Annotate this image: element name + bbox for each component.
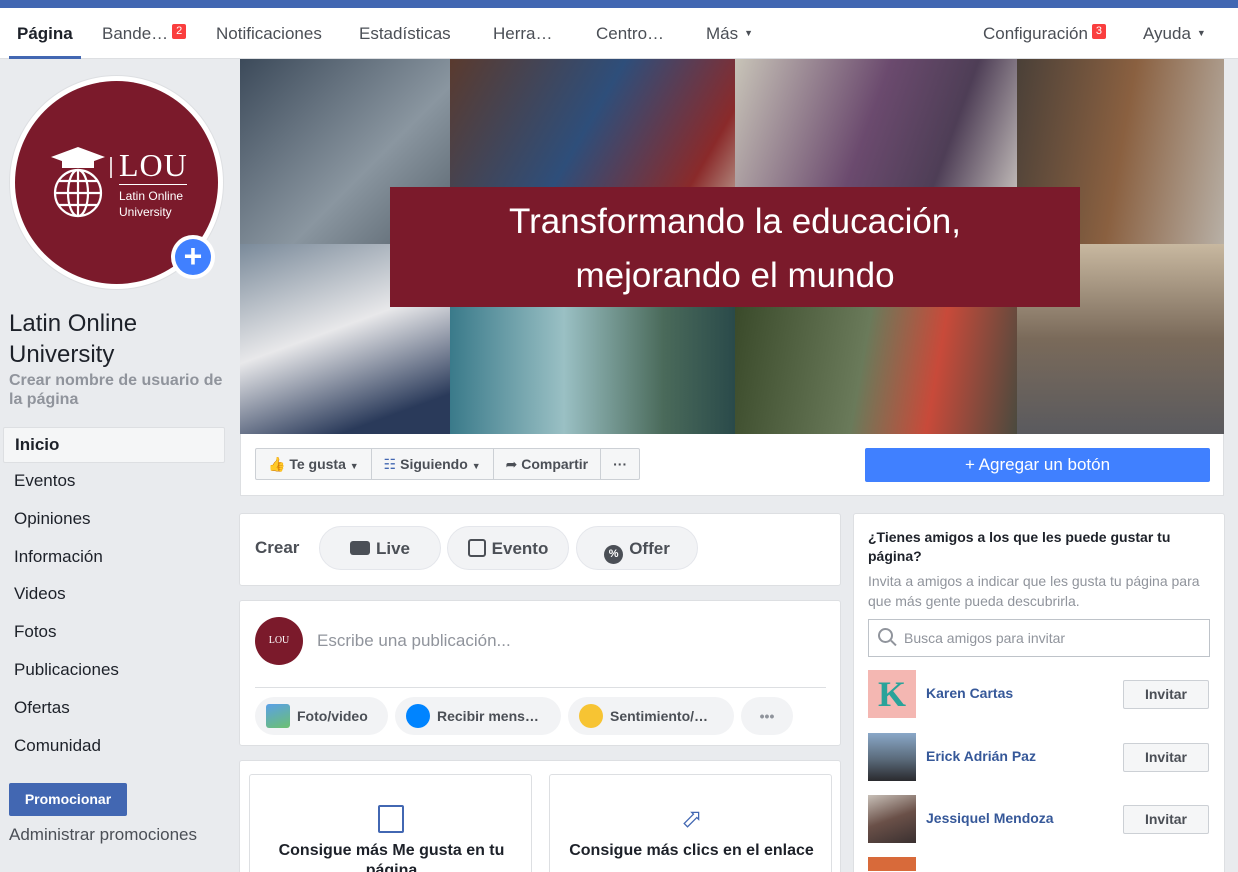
cover-photo-tile	[450, 307, 735, 434]
thumbs-up-icon: 👍	[268, 456, 286, 472]
promo-likes-label: Consigue más Me gusta en tu página	[278, 842, 505, 872]
sidebar-item-posts[interactable]: Publicaciones	[3, 652, 225, 690]
page-nav-bar: Página Bande… 2 Notificaciones Estadístic…	[0, 8, 1238, 59]
composer-card: LOU Escribe una publicación... Foto/vide…	[239, 600, 841, 746]
top-strip	[0, 0, 1238, 8]
caret-down-icon: ▼	[744, 28, 754, 38]
sidebar-item-reviews[interactable]: Opiniones	[3, 501, 225, 539]
cover-headline-line1: Transformando la educación,	[508, 202, 961, 241]
friend-row: Erick Adrián Paz Invitar	[868, 733, 1209, 781]
avatar	[868, 857, 916, 871]
sidebar-item-about[interactable]: Información	[3, 539, 225, 577]
search-handle	[890, 639, 897, 647]
photo-icon	[266, 704, 290, 728]
update-photo-button[interactable]: +	[171, 235, 215, 279]
live-button[interactable]: Live	[319, 526, 441, 570]
cover-headline-line2: mejorando el mundo	[575, 256, 895, 295]
smiley-icon	[579, 704, 603, 728]
invite-description: Invita a amigos a indicar que les gusta …	[868, 573, 1200, 609]
video-camera-icon	[349, 541, 370, 555]
promo-card: Consigue más Me gusta en tu página ⬀ Con…	[239, 760, 841, 872]
avatar	[868, 733, 916, 781]
avatar	[868, 795, 916, 843]
avatar: K	[868, 670, 916, 718]
promote-button[interactable]: Promocionar	[9, 783, 127, 816]
tab-center[interactable]: Centro…	[596, 8, 664, 59]
logo-subtitle-1: Latin Online	[119, 189, 184, 203]
create-username-link[interactable]: Crear nombre de usuario de la página	[9, 371, 224, 409]
sidebar-item-home[interactable]: Inicio	[3, 427, 225, 463]
page-name: Latin Online University	[9, 310, 138, 368]
tab-settings[interactable]: Configuración 3	[983, 8, 1107, 59]
offer-button[interactable]: % Offer	[576, 526, 698, 570]
event-button[interactable]: Evento	[447, 526, 569, 570]
share-arrow-icon: ➦	[505, 456, 518, 472]
logo-divider	[119, 184, 187, 185]
rss-icon: ☷	[383, 456, 397, 472]
divider	[255, 687, 826, 688]
sidebar-item-photos[interactable]: Fotos	[3, 614, 225, 652]
sidebar-item-events[interactable]: Eventos	[3, 463, 225, 501]
page-avatar: LOU	[255, 617, 303, 665]
caret-down-icon: ▼	[1196, 28, 1206, 38]
sidebar-item-community[interactable]: Comunidad	[3, 728, 225, 766]
tab-tools[interactable]: Herra…	[493, 8, 553, 59]
tab-help[interactable]: Ayuda ▼	[1143, 8, 1206, 59]
add-button[interactable]: + Agregar un botón	[865, 448, 1210, 482]
friend-name[interactable]: Erick Adrián Paz	[926, 748, 1036, 764]
logo-subtitle-2: University	[119, 205, 172, 219]
promo-clicks-tile[interactable]: ⬀ Consigue más clics en el enlace	[549, 774, 832, 872]
invite-button[interactable]: Invitar	[1123, 805, 1209, 834]
messenger-icon	[406, 704, 430, 728]
calendar-icon	[467, 539, 486, 557]
photo-video-button[interactable]: Foto/video	[255, 697, 388, 735]
tab-inbox[interactable]: Bande… 2	[102, 8, 187, 59]
post-input[interactable]: Escribe una publicación...	[317, 631, 511, 651]
share-button[interactable]: ➦ Compartir	[494, 449, 602, 479]
page-action-bar: 👍 Te gusta ▼ ☷ Siguiendo ▼ ➦ Compartir ·…	[240, 434, 1224, 496]
tab-insights[interactable]: Estadísticas	[359, 8, 451, 59]
logo-title: LOU	[119, 147, 188, 183]
cover-banner: Transformando la educación, mejorando el…	[390, 187, 1080, 307]
page-action-buttons: 👍 Te gusta ▼ ☷ Siguiendo ▼ ➦ Compartir ·…	[255, 448, 641, 480]
page-icon	[378, 805, 404, 833]
manage-promotions-link[interactable]: Administrar promociones	[9, 825, 197, 845]
invite-button[interactable]: Invitar	[1123, 680, 1209, 709]
cursor-icon: ⬀	[681, 803, 703, 833]
sidebar-item-offers[interactable]: Ofertas	[3, 690, 225, 728]
friend-name[interactable]: Karen Cartas	[926, 685, 1013, 701]
friend-row: K Karen Cartas Invitar	[868, 670, 1209, 718]
cover-photo-tile	[735, 307, 1017, 434]
following-button[interactable]: ☷ Siguiendo ▼	[372, 449, 494, 479]
caret-down-icon: ▼	[471, 461, 481, 471]
friend-search-field[interactable]: Busca amigos para invitar	[868, 619, 1210, 657]
inbox-badge: 2	[172, 24, 187, 39]
tab-more[interactable]: Más ▼	[706, 8, 753, 59]
more-options-button[interactable]: •••	[741, 697, 793, 735]
friend-name[interactable]: Jessiquel Mendoza	[926, 810, 1054, 826]
more-actions-button[interactable]: ···	[601, 449, 639, 479]
friend-search-placeholder: Busca amigos para invitar	[904, 630, 1066, 646]
get-messages-button[interactable]: Recibir mens…	[395, 697, 561, 735]
invite-button[interactable]: Invitar	[1123, 743, 1209, 772]
sidebar-item-videos[interactable]: Videos	[3, 576, 225, 614]
invite-title: ¿Tienes amigos a los que les puede gusta…	[868, 529, 1171, 564]
promo-clicks-label: Consigue más clics en el enlace	[569, 842, 814, 859]
offer-badge-icon: %	[604, 545, 624, 564]
friend-row: Jessiquel Mendoza Invitar	[868, 795, 1209, 843]
settings-badge: 3	[1091, 24, 1107, 39]
create-card: Crear Live Evento % Offer	[239, 513, 841, 586]
cover-photo[interactable]: Transformando la educación, mejorando el…	[240, 59, 1224, 434]
promo-likes-tile[interactable]: Consigue más Me gusta en tu página	[249, 774, 532, 872]
tab-notifications[interactable]: Notificaciones	[216, 8, 322, 59]
create-label: Crear	[255, 538, 300, 557]
like-button[interactable]: 👍 Te gusta ▼	[256, 449, 372, 479]
plus-icon: +	[175, 239, 211, 275]
left-nav: Inicio Eventos Opiniones Información Vid…	[3, 427, 225, 765]
caret-down-icon: ▼	[349, 461, 359, 471]
feeling-button[interactable]: Sentimiento/…	[568, 697, 734, 735]
plus-icon: +	[964, 455, 975, 474]
tab-page[interactable]: Página	[9, 8, 81, 59]
